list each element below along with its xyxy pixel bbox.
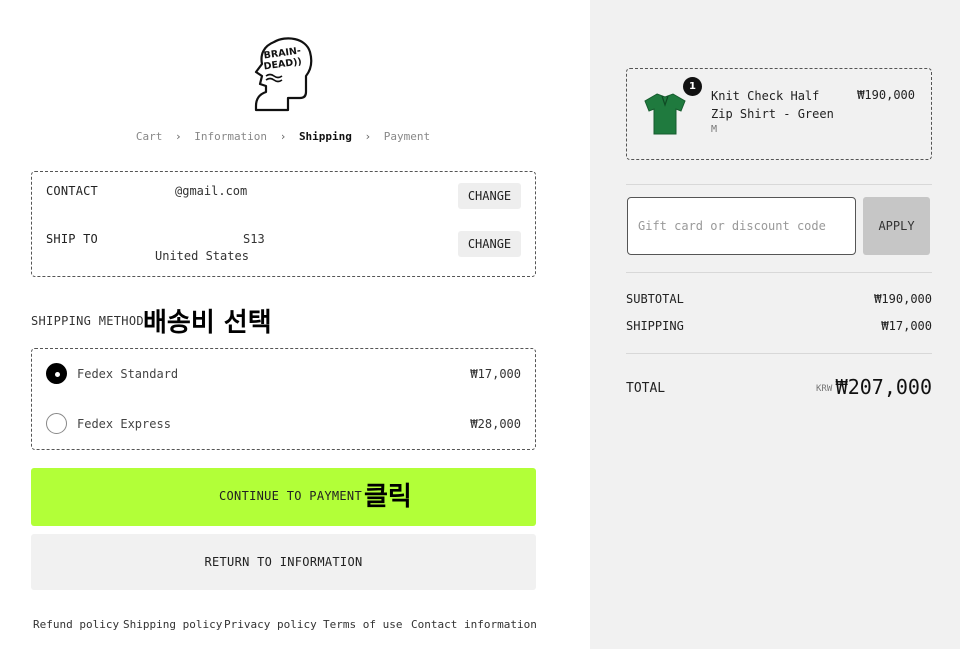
radio-fedex-standard[interactable] (46, 363, 67, 384)
continue-label: CONTINUE TO PAYMENT (219, 489, 362, 503)
contact-value: @gmail.com (175, 184, 248, 198)
brain-dead-logo[interactable]: BRAIN- DEAD)) (252, 36, 314, 112)
subtotal-label: SUBTOTAL (626, 292, 684, 306)
total-value: ₩207,000 (835, 375, 932, 399)
return-to-information-button[interactable]: RETURN TO INFORMATION (31, 534, 536, 590)
shipping-policy-link[interactable]: Shipping policy (123, 618, 222, 631)
fedex-standard-label[interactable]: Fedex Standard (77, 367, 178, 381)
product-price: ₩190,000 (857, 88, 915, 102)
breadcrumb-shipping: Shipping (298, 130, 352, 143)
change-ship-to-button[interactable]: CHANGE (458, 231, 521, 257)
terms-of-use-link[interactable]: Terms of use (323, 618, 402, 631)
ship-to-line2: United States (155, 249, 249, 263)
ship-to-label: SHIP TO (46, 232, 98, 246)
total-label: TOTAL (626, 381, 666, 396)
change-contact-button[interactable]: CHANGE (458, 183, 521, 209)
shipping-method-title: SHIPPING METHOD (31, 314, 144, 328)
shipping-method-list: Fedex Standard ₩17,000 Fedex Express ₩28… (31, 348, 536, 450)
discount-code-input[interactable] (627, 197, 856, 255)
breadcrumb: Cart › Information › Shipping › Payment (0, 130, 566, 143)
shipping-label: SHIPPING (626, 319, 684, 333)
divider (626, 272, 932, 273)
product-name: Knit Check Half Zip Shirt - Green (711, 89, 834, 121)
checkout-main: BRAIN- DEAD)) Cart › Information › Shipp… (0, 0, 590, 649)
shirt-thumbnail (644, 93, 686, 135)
breadcrumb-information[interactable]: Information (194, 130, 267, 143)
click-annotation: 클릭 (364, 482, 412, 512)
shipping-value: ₩17,000 (881, 319, 932, 333)
chevron-right-icon: › (279, 130, 287, 143)
product-variant: M (711, 124, 718, 135)
quantity-badge: 1 (683, 77, 702, 96)
chevron-right-icon: › (174, 130, 182, 143)
chevron-right-icon: › (364, 130, 372, 143)
apply-discount-button[interactable]: APPLY (863, 197, 930, 255)
breadcrumb-payment: Payment (383, 130, 431, 143)
subtotal-value: ₩190,000 (874, 292, 932, 306)
shipping-annotation: 배송비 선택 (143, 308, 272, 338)
review-block: CONTACT @gmail.com CHANGE SHIP TO S13 Un… (31, 171, 536, 277)
product-line-item: 1 Knit Check Half Zip Shirt - Green M ₩1… (626, 68, 932, 160)
currency-code: KRW (816, 384, 833, 394)
privacy-policy-link[interactable]: Privacy policy (224, 618, 317, 631)
ship-to-line1: S13 (243, 232, 265, 246)
fedex-standard-price: ₩17,000 (470, 367, 521, 381)
breadcrumb-cart[interactable]: Cart (136, 130, 163, 143)
refund-policy-link[interactable]: Refund policy (33, 618, 119, 631)
fedex-express-label[interactable]: Fedex Express (77, 417, 171, 431)
contact-label: CONTACT (46, 184, 98, 198)
divider (626, 353, 932, 354)
continue-to-payment-button[interactable]: CONTINUE TO PAYMENT 클릭 (31, 468, 536, 526)
radio-fedex-express[interactable] (46, 413, 67, 434)
fedex-express-price: ₩28,000 (470, 417, 521, 431)
contact-information-link[interactable]: Contact information (411, 618, 537, 631)
divider (626, 184, 932, 185)
